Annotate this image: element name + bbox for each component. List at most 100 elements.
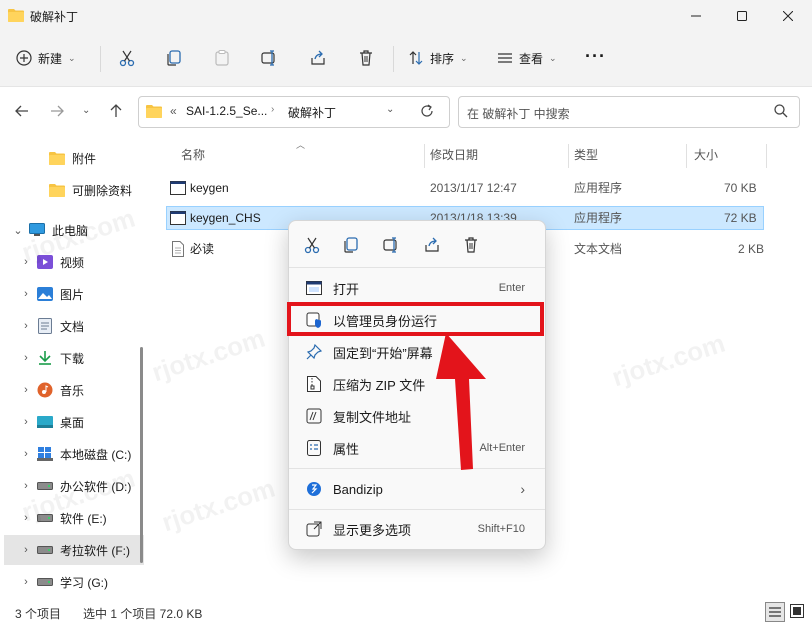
- file-row[interactable]: keygen 2013/1/17 12:47 应用程序 70 KB: [166, 176, 764, 200]
- menu-item-show-more-options[interactable]: 显示更多选项 Shift+F10: [295, 513, 539, 545]
- nav-item[interactable]: › 学习 (G:): [4, 567, 144, 597]
- nav-item-label: 下载: [60, 351, 85, 366]
- selection-info: 选中 1 个项目 72.0 KB: [83, 607, 203, 621]
- column-header-name[interactable]: 名称: [181, 146, 205, 166]
- nav-item-label: 可删除资料: [72, 183, 133, 198]
- forward-button[interactable]: [49, 103, 65, 119]
- chevron-down-icon: ⌄: [68, 52, 76, 63]
- nav-item[interactable]: › 图片: [4, 279, 144, 309]
- column-separator[interactable]: [568, 144, 569, 168]
- folder-icon: [146, 104, 162, 118]
- copy-icon[interactable]: [342, 236, 360, 254]
- rename-icon[interactable]: [382, 236, 400, 254]
- details-view-button[interactable]: [765, 602, 785, 622]
- view-button[interactable]: 查看 ⌄: [497, 44, 557, 72]
- nav-item[interactable]: › 考拉软件 (F:): [4, 535, 144, 565]
- chevron-right-icon[interactable]: ›: [18, 320, 34, 332]
- delete-icon[interactable]: [462, 236, 480, 254]
- delete-icon: [360, 50, 372, 66]
- share-icon[interactable]: [423, 236, 441, 254]
- cut-button[interactable]: [115, 46, 139, 70]
- arrow-left-icon: [15, 105, 28, 117]
- file-size: 70 KB: [724, 181, 757, 195]
- chevron-right-icon[interactable]: ›: [18, 576, 34, 588]
- chevron-right-icon[interactable]: ›: [18, 384, 34, 396]
- nav-item[interactable]: › 下载: [4, 343, 144, 373]
- show-more-icon: [295, 521, 333, 537]
- paste-button[interactable]: [210, 46, 234, 70]
- column-separator[interactable]: [766, 144, 767, 168]
- nav-item[interactable]: 附件: [4, 143, 144, 173]
- up-button[interactable]: [108, 103, 124, 119]
- nav-item[interactable]: › 桌面: [4, 407, 144, 437]
- rename-button[interactable]: [257, 46, 281, 70]
- menu-item-pin-to-start[interactable]: 固定到“开始”屏幕: [295, 336, 539, 368]
- sort-icon: [409, 51, 423, 65]
- chevron-right-icon[interactable]: ›: [18, 448, 34, 460]
- sort-button[interactable]: 排序 ⌄: [408, 44, 468, 72]
- cut-icon[interactable]: [303, 236, 321, 254]
- windows-drive-icon: [34, 447, 56, 461]
- breadcrumb-overflow[interactable]: «: [170, 104, 177, 118]
- file-name: keygen_CHS: [190, 211, 261, 225]
- menu-item-bandizip[interactable]: Bandizip ›: [295, 473, 539, 505]
- chevron-right-icon[interactable]: ›: [18, 288, 34, 300]
- close-icon: [783, 11, 793, 21]
- column-header-date[interactable]: 修改日期: [430, 146, 478, 166]
- breadcrumb-current[interactable]: 破解补丁: [288, 104, 336, 121]
- new-button[interactable]: 新建 ⌄: [16, 44, 76, 72]
- column-separator[interactable]: [424, 144, 425, 168]
- drive-icon: [34, 546, 56, 554]
- arrow-right-icon: [51, 105, 64, 117]
- chevron-down-icon: ⌄: [460, 52, 468, 63]
- recent-locations-chevron-icon[interactable]: ⌄: [82, 105, 90, 116]
- chevron-down-icon[interactable]: ⌄: [10, 224, 26, 237]
- nav-scrollbar[interactable]: [140, 347, 143, 563]
- menu-item-properties[interactable]: 属性 Alt+Enter: [295, 432, 539, 464]
- minimize-button[interactable]: [673, 0, 719, 32]
- nav-item[interactable]: › 文档: [4, 311, 144, 341]
- chevron-right-icon[interactable]: ›: [18, 544, 34, 556]
- refresh-button[interactable]: [419, 103, 435, 119]
- nav-item[interactable]: › 音乐: [4, 375, 144, 405]
- tiles-view-button[interactable]: [790, 604, 804, 618]
- watermark: rjotx.com: [608, 327, 729, 393]
- watermark: rjotx.com: [158, 472, 279, 538]
- chevron-right-icon[interactable]: ›: [18, 480, 34, 492]
- close-button[interactable]: [765, 0, 811, 32]
- folder-icon: [8, 8, 24, 22]
- menu-divider: [289, 267, 545, 268]
- file-size: 2 KB: [738, 242, 765, 256]
- menu-item-copy-path[interactable]: 复制文件地址: [295, 400, 539, 432]
- chevron-right-icon[interactable]: ›: [18, 352, 34, 364]
- share-button[interactable]: [306, 46, 330, 70]
- file-size: 72 KB: [724, 211, 757, 225]
- maximize-button[interactable]: [719, 0, 765, 32]
- column-header-type[interactable]: 类型: [574, 146, 598, 166]
- address-history-chevron-icon[interactable]: ⌄: [386, 104, 394, 115]
- menu-item-compress-zip[interactable]: 压缩为 ZIP 文件: [295, 368, 539, 400]
- arrow-up-icon: [110, 104, 122, 117]
- nav-item[interactable]: 可删除资料: [4, 175, 144, 205]
- file-name: 必读: [190, 242, 215, 256]
- file-date: 2013/1/17 12:47: [430, 181, 517, 195]
- document-icon: [34, 318, 56, 334]
- column-separator[interactable]: [686, 144, 687, 168]
- file-type: 应用程序: [574, 181, 623, 195]
- column-header-size[interactable]: 大小: [694, 146, 718, 166]
- breadcrumb-separator-icon: ›: [271, 104, 275, 115]
- search-icon[interactable]: [773, 103, 789, 119]
- sort-ascending-icon: ︿: [296, 140, 306, 150]
- maximize-icon: [737, 11, 747, 21]
- copy-button[interactable]: [162, 46, 186, 70]
- delete-button[interactable]: [354, 46, 378, 70]
- chevron-right-icon[interactable]: ›: [18, 416, 34, 428]
- more-options-button[interactable]: ···: [585, 46, 606, 67]
- file-name: keygen: [190, 181, 229, 195]
- copy-icon: [167, 50, 181, 66]
- highlight-box: [287, 302, 544, 336]
- menu-item-open[interactable]: 打开 Enter: [295, 272, 539, 304]
- window-title: 破解补丁: [30, 10, 79, 24]
- breadcrumb-segment[interactable]: SAI-1.2.5_Se...: [186, 104, 267, 118]
- back-button[interactable]: [14, 103, 30, 119]
